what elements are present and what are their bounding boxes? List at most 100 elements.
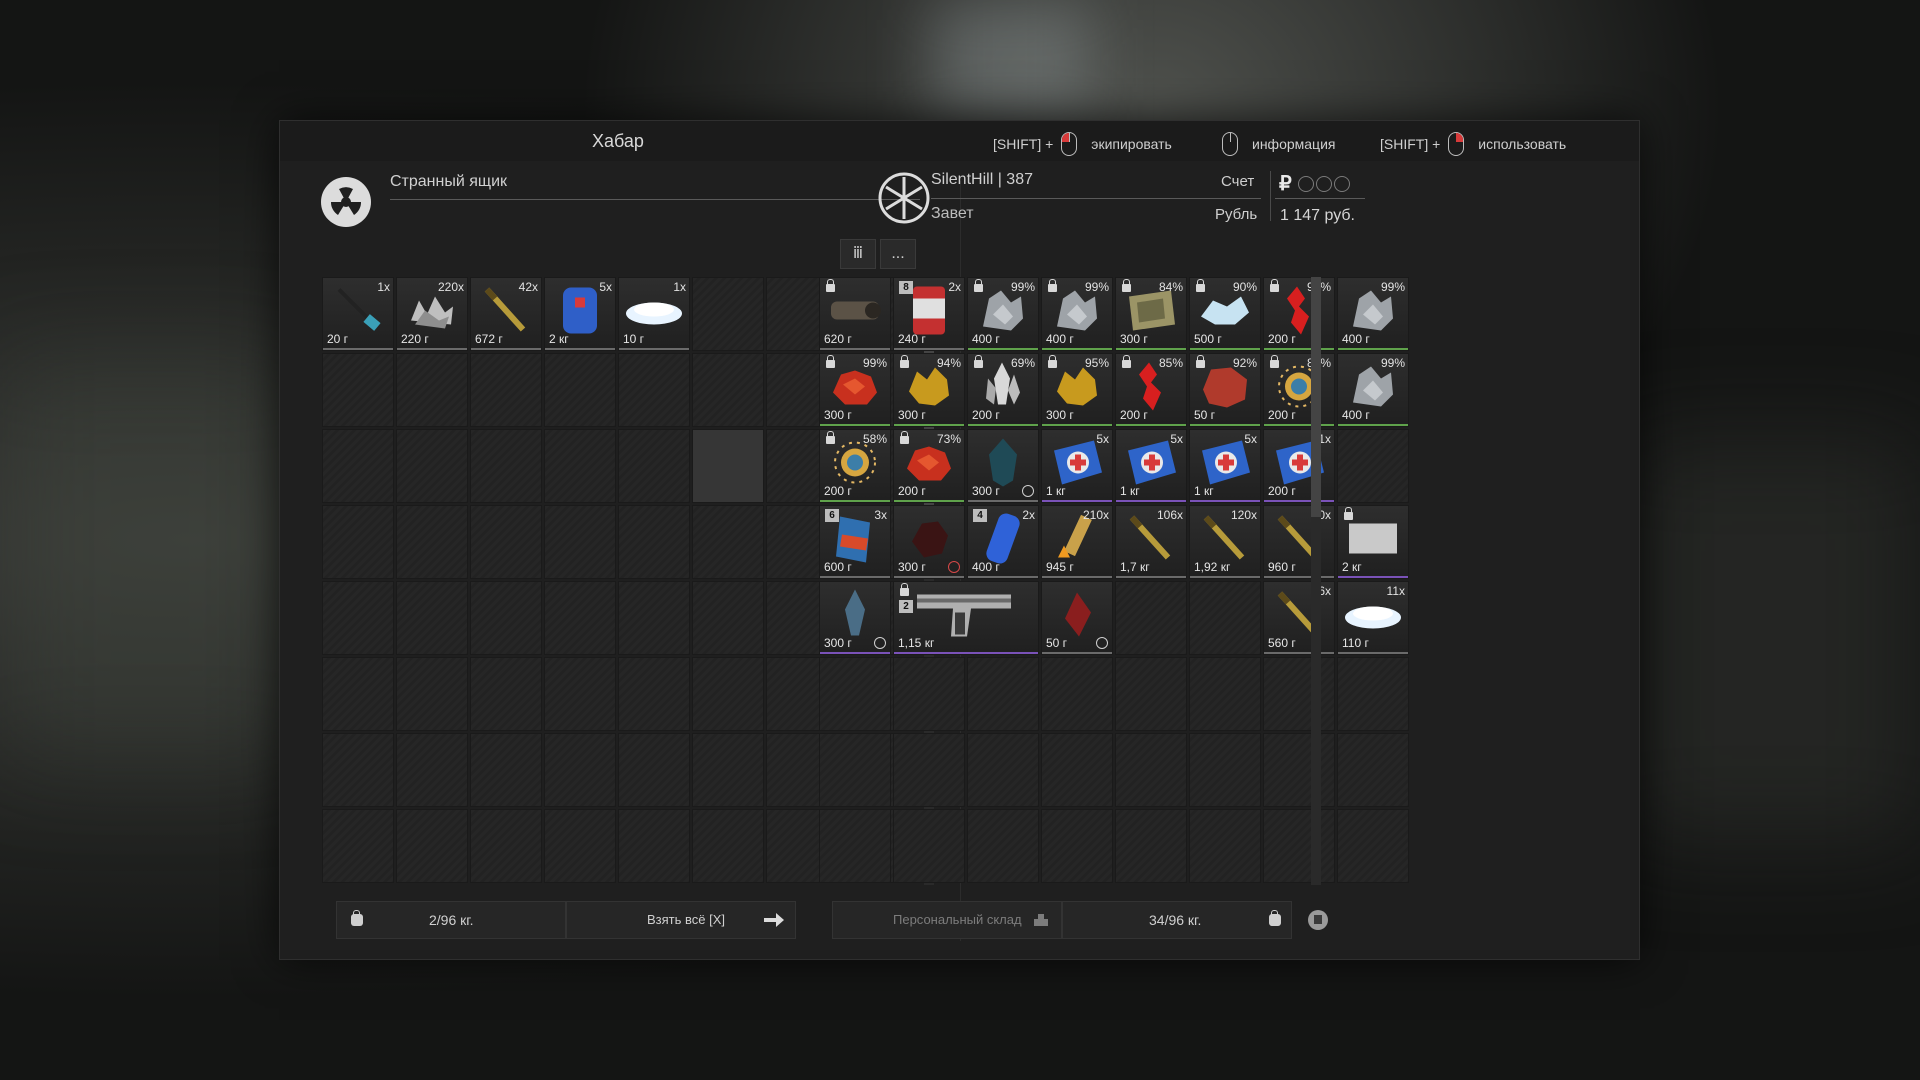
inventory-item-redblob[interactable]: 99% 300 г [820,354,890,426]
inventory-cell[interactable] [544,353,616,427]
inventory-cell[interactable] [396,505,468,579]
inventory-cell[interactable]: 5x 1 кг [1041,429,1113,503]
inventory-cell[interactable] [618,429,690,503]
inventory-item-antenna[interactable]: 1x 20 г [323,278,393,350]
inventory-item-redcrystal[interactable]: 85% 200 г [1116,354,1186,426]
inventory-cell[interactable] [470,581,542,655]
inventory-item-pistol[interactable]: 1,15 кг 2 [894,582,1038,654]
inventory-cell[interactable] [618,657,690,731]
inventory-item-medkit[interactable]: 5x 1 кг [1116,430,1186,502]
inventory-item-bluecan[interactable]: 2x 400 г 4 [968,506,1038,578]
inventory-cell[interactable] [692,277,764,351]
inventory-cell[interactable] [470,657,542,731]
inventory-cell[interactable] [1041,733,1113,807]
inventory-item-ammo[interactable]: 60x 960 г [1264,506,1334,578]
inventory-cell[interactable] [1189,809,1261,883]
inventory-cell[interactable]: 99% 400 г [1337,277,1409,351]
inventory-cell[interactable] [1189,733,1261,807]
inventory-item-feather[interactable]: 300 г [820,582,890,654]
inventory-item-rock[interactable]: 99% 400 г [968,278,1038,350]
inventory-scrollbar[interactable] [1311,277,1321,885]
inventory-item-medkit[interactable]: 1x 200 г [1264,430,1334,502]
inventory-item-ammo[interactable]: 56x 560 г [1264,582,1334,654]
inventory-cell[interactable] [618,809,690,883]
inventory-cell[interactable]: 58% 200 г [819,429,891,503]
storage-button[interactable]: Персональный склад [832,901,1062,939]
inventory-cell[interactable]: 69% 200 г [967,353,1039,427]
inventory-cell[interactable] [1337,429,1409,503]
inventory-item-salt[interactable]: 1x 10 г [619,278,689,350]
inventory-cell[interactable] [396,733,468,807]
inventory-cell[interactable] [819,733,891,807]
take-all-button[interactable]: Взять всё [X] [566,901,796,939]
inventory-cell[interactable] [692,353,764,427]
inventory-cell[interactable]: 106x 1,7 кг [1115,505,1187,579]
inventory-cell[interactable]: 85% 200 г [1115,353,1187,427]
inventory-cell[interactable] [470,429,542,503]
inventory-item-redblob[interactable]: 73% 200 г [894,430,964,502]
inventory-cell[interactable] [322,657,394,731]
inventory-item-shell[interactable]: 300 г [968,430,1038,502]
inventory-item-darkrock[interactable]: 300 г [894,506,964,578]
inventory-scroll-thumb[interactable] [1311,277,1321,517]
inventory-cell[interactable]: 1,15 кг 2 [893,581,1039,655]
more-button[interactable]: ... [880,239,916,269]
inventory-cell[interactable]: 3x 600 г 6 [819,505,891,579]
inventory-item-spark[interactable]: 89%200 г [1264,354,1334,426]
inventory-cell[interactable] [470,733,542,807]
inventory-cell[interactable]: 2x 240 г 8 [893,277,965,351]
inventory-cell[interactable]: 1x 10 г [618,277,690,351]
inventory-item-spark[interactable]: 58% 200 г [820,430,890,502]
currency-gear-icon[interactable] [1298,176,1314,192]
inventory-cell[interactable]: 210x 945 г [1041,505,1113,579]
inventory-cell[interactable]: 5x 2 кг [544,277,616,351]
inventory-item-ammo[interactable]: 106x 1,7 кг [1116,506,1186,578]
inventory-cell[interactable] [618,581,690,655]
inventory-item-redcrystal[interactable]: 92%200 г [1264,278,1334,350]
inventory-cell[interactable]: 56x 560 г [1263,581,1335,655]
inventory-cell[interactable] [692,657,764,731]
inventory-cell[interactable] [618,505,690,579]
inventory-cell[interactable] [322,429,394,503]
inventory-item-gold[interactable]: 95% 300 г [1042,354,1112,426]
inventory-cell[interactable] [819,809,891,883]
inventory-cell[interactable]: 5x 1 кг [1115,429,1187,503]
inventory-cell[interactable]: 73% 200 г [893,429,965,503]
inventory-item-gold[interactable]: 94% 300 г [894,354,964,426]
inventory-item-salt[interactable]: 11x 110 г [1338,582,1408,654]
inventory-item-canister[interactable]: 5x 2 кг [545,278,615,350]
inventory-cell[interactable] [692,505,764,579]
inventory-cell[interactable] [470,353,542,427]
inventory-cell[interactable]: 5x 1 кг [1189,429,1261,503]
inventory-cell[interactable] [1115,581,1187,655]
inventory-cell[interactable] [322,353,394,427]
inventory-cell[interactable] [967,733,1039,807]
inventory-cell[interactable] [1115,657,1187,731]
inventory-cell[interactable] [819,657,891,731]
inventory-cell[interactable] [1337,809,1409,883]
inventory-cell[interactable]: 92% 50 г [1189,353,1261,427]
inventory-item-rock[interactable]: 99% 400 г [1338,278,1408,350]
inventory-cell[interactable] [322,733,394,807]
inventory-cell[interactable] [322,581,394,655]
inventory-cell[interactable] [1115,733,1187,807]
inventory-cell[interactable]: 92%200 г [1263,277,1335,351]
inventory-cell[interactable] [544,505,616,579]
inventory-cell[interactable] [1189,581,1261,655]
ruble-icon[interactable]: ₽ [1279,171,1292,196]
inventory-item-map[interactable]: 84% 300 г [1116,278,1186,350]
inventory-cell[interactable] [1041,657,1113,731]
inventory-cell[interactable]: 1x 200 г [1263,429,1335,503]
inventory-item-ice[interactable]: 90% 500 г [1190,278,1260,350]
inventory-cell[interactable]: 11x 110 г [1337,581,1409,655]
inventory-cell[interactable]: 99% 400 г [1337,353,1409,427]
sort-button[interactable]: ⅲ [840,239,876,269]
inventory-item-ammo[interactable]: 42x 672 г [471,278,541,350]
inventory-cell[interactable] [893,657,965,731]
inventory-cell[interactable]: 95% 300 г [1041,353,1113,427]
inventory-cell[interactable] [396,353,468,427]
inventory-cell[interactable]: 300 г [893,505,965,579]
inventory-cell[interactable] [618,353,690,427]
inventory-cell[interactable] [1263,657,1335,731]
inventory-cell[interactable] [1263,733,1335,807]
